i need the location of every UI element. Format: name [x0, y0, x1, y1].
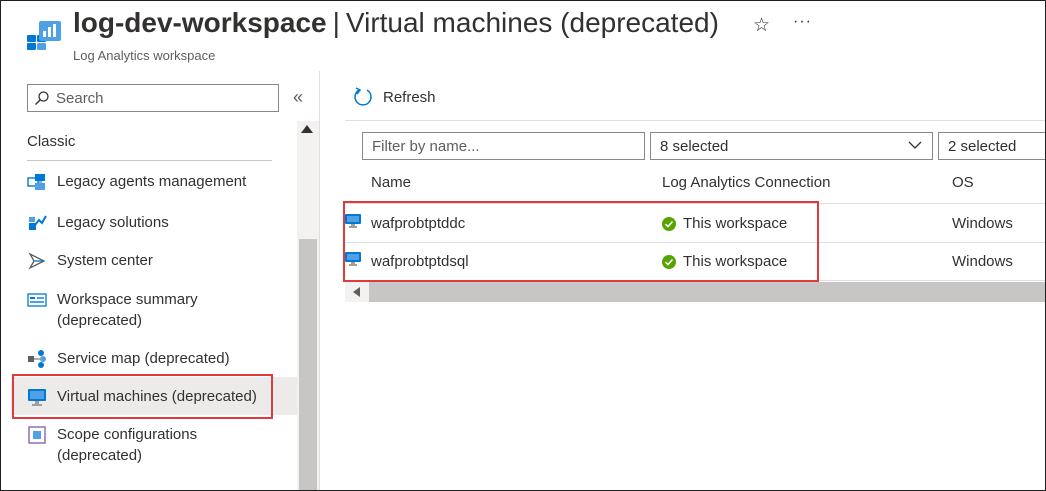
sidebar-item-label: System center	[57, 252, 153, 269]
search-icon	[35, 91, 49, 105]
refresh-icon	[354, 87, 372, 106]
rows-highlight	[343, 201, 819, 282]
column-header-os[interactable]: OS	[952, 174, 974, 191]
scope-configurations-icon	[28, 426, 46, 444]
connection-filter-dropdown[interactable]: 8 selected	[650, 132, 933, 160]
legacy-agents-icon	[27, 174, 45, 190]
connection-filter-value: 8 selected	[660, 137, 729, 155]
sidebar-item-scope-configurations[interactable]: Scope configurations (deprecated)	[11, 424, 261, 466]
sidebar-scroll-thumb[interactable]	[299, 239, 317, 490]
os-filter-value: 2 selected	[948, 137, 1017, 155]
toolbar-divider	[345, 120, 1045, 121]
table-horizontal-scrollbar[interactable]	[345, 282, 1045, 302]
service-map-icon	[28, 350, 46, 368]
sidebar-search[interactable]	[27, 84, 279, 112]
os-value: Windows	[952, 215, 1013, 232]
legacy-solutions-icon	[29, 215, 47, 230]
workspace-summary-icon	[27, 293, 47, 307]
log-analytics-workspace-icon	[27, 21, 61, 50]
pane-divider	[319, 71, 320, 490]
sidebar-item-service-map[interactable]: Service map (deprecated)	[11, 348, 297, 369]
ellipsis-icon[interactable]: ···	[793, 13, 812, 31]
sidebar-item-label: Service map (deprecated)	[57, 350, 230, 367]
resource-name: log-dev-workspace	[73, 7, 327, 38]
scroll-left-icon	[353, 287, 360, 297]
star-icon[interactable]: ☆	[753, 14, 770, 37]
resource-type: Log Analytics workspace	[73, 48, 216, 63]
section-heading-classic: Classic	[27, 133, 76, 150]
portal-frame: log-dev-workspace | Virtual machines (depr…	[0, 0, 1046, 491]
filter-by-name-input[interactable]	[362, 132, 645, 160]
column-header-connection[interactable]: Log Analytics Connection	[662, 174, 830, 191]
system-center-icon	[28, 252, 46, 270]
os-filter-dropdown[interactable]: 2 selected	[938, 132, 1045, 160]
chevron-down-icon	[908, 141, 922, 149]
blade-title: Virtual machines (deprecated)	[345, 7, 719, 38]
sidebar-item-legacy-solutions[interactable]: Legacy solutions	[11, 212, 297, 233]
sidebar-item-label: Legacy agents management	[57, 173, 247, 190]
section-divider	[27, 160, 272, 161]
scroll-up-icon[interactable]	[301, 125, 313, 133]
sidebar-item-label: Legacy solutions	[57, 214, 169, 231]
column-header-name[interactable]: Name	[371, 174, 411, 191]
title-separator: |	[332, 7, 340, 38]
sidebar-item-label: Scope configurations (deprecated)	[57, 426, 198, 464]
os-value: Windows	[952, 253, 1013, 270]
sidebar-item-label: Workspace summary (deprecated)	[57, 291, 198, 329]
selected-item-highlight	[12, 374, 273, 419]
collapse-sidebar-icon[interactable]: «	[293, 87, 303, 108]
page-title: log-dev-workspace | Virtual machines (depr…	[73, 7, 719, 39]
sidebar-item-system-center[interactable]: System center	[11, 250, 297, 271]
sidebar-item-legacy-agents[interactable]: Legacy agents management	[11, 171, 297, 192]
search-input[interactable]	[56, 89, 256, 107]
refresh-label: Refresh	[383, 88, 436, 106]
refresh-button[interactable]: Refresh	[353, 86, 436, 108]
sidebar-item-workspace-summary[interactable]: Workspace summary (deprecated)	[11, 289, 261, 331]
